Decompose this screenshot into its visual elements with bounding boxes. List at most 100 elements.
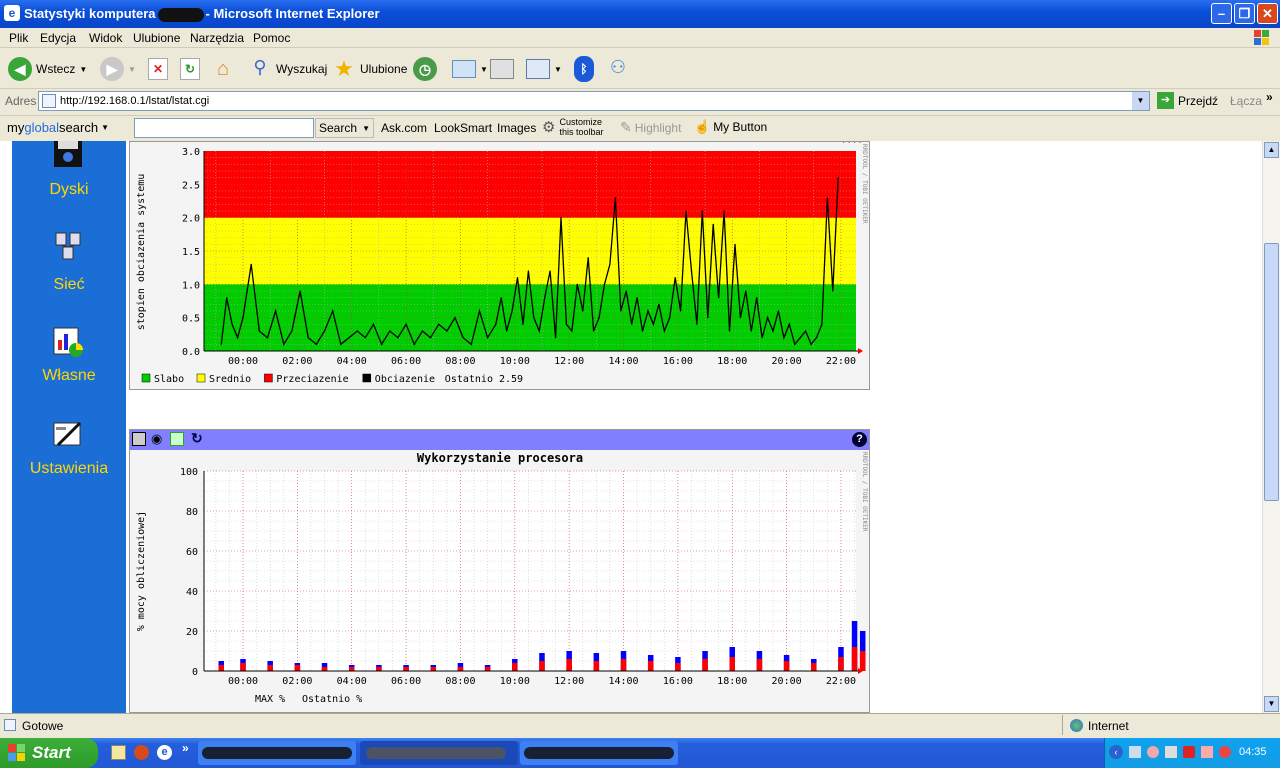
address-dropdown-icon[interactable]: ▼ — [1132, 92, 1149, 110]
looksmart-link[interactable]: LookSmart — [434, 121, 492, 135]
quicklaunch-firefox-icon[interactable] — [134, 745, 149, 760]
ask-link[interactable]: Ask.com — [381, 121, 427, 135]
close-button[interactable]: ✕ — [1257, 3, 1278, 24]
bar-ostatnio — [851, 647, 858, 671]
scroll-thumb[interactable] — [1264, 243, 1279, 501]
search-button[interactable]: ⚲ Wyszukaj — [248, 53, 327, 85]
data-point — [533, 317, 535, 319]
tray-antivirus-icon[interactable] — [1201, 746, 1213, 758]
graph-edit-icon[interactable] — [170, 432, 184, 446]
help-icon[interactable]: ? — [852, 432, 867, 447]
myglobalsearch-logo[interactable]: myglobalsearch ▼ — [7, 120, 109, 135]
print-button[interactable] — [490, 53, 514, 85]
data-point — [299, 290, 301, 292]
tray-alert-icon[interactable] — [1219, 746, 1231, 758]
toolbar-search-button[interactable]: Search ▼ — [315, 118, 374, 138]
nav-item-siec[interactable]: Sieć — [12, 276, 126, 294]
back-button[interactable]: ◀ Wstecz ▼ — [8, 53, 87, 85]
data-point — [478, 310, 481, 312]
bluetooth-icon: ᛒ — [574, 56, 594, 82]
nav-item-dyski[interactable]: Dyski — [12, 181, 126, 199]
data-point — [291, 330, 293, 332]
favorites-button[interactable]: ★ Ulubione — [332, 53, 407, 85]
images-link[interactable]: Images — [497, 121, 536, 135]
star-icon: ★ — [334, 56, 354, 81]
task-button-active[interactable] — [360, 741, 518, 765]
refresh-graph-icon[interactable]: ↻ — [191, 430, 203, 447]
data-point — [788, 323, 790, 325]
quicklaunch-more-icon[interactable]: » — [182, 741, 189, 755]
quicklaunch-ie-icon[interactable]: e — [157, 745, 172, 760]
back-dropdown-icon[interactable]: ▼ — [79, 65, 87, 74]
scroll-up-icon[interactable]: ▲ — [1264, 142, 1279, 158]
vertical-scrollbar[interactable]: ▲ ▼ — [1262, 141, 1280, 713]
data-point — [372, 323, 375, 325]
edit-dropdown-icon[interactable]: ▼ — [554, 65, 562, 74]
customize-button[interactable]: ⚙ Customize this toolbar — [542, 117, 603, 137]
bar-ostatnio — [647, 661, 654, 671]
tray-network-icon[interactable] — [1129, 746, 1141, 758]
data-point — [631, 323, 633, 325]
network-icon[interactable] — [52, 231, 84, 263]
cpu-chart-panel: ◉ ↻ ? 0 20 40 60 80 100 00:00 02:00 04:00 06:00 08… — [129, 429, 870, 713]
custom-chart-icon[interactable] — [52, 326, 84, 358]
data-point — [389, 330, 391, 332]
go-button[interactable]: ➔ Przejdź — [1157, 92, 1218, 109]
start-button[interactable]: Start — [0, 738, 98, 768]
brand-dropdown-icon[interactable]: ▼ — [101, 123, 109, 132]
toolbar-search-input[interactable] — [134, 118, 314, 138]
maximize-button[interactable]: ❐ — [1234, 3, 1255, 24]
search-icon: ⚲ — [253, 57, 267, 77]
mail-button[interactable]: ▼ — [452, 53, 488, 85]
links-label[interactable]: Łącza — [1230, 94, 1262, 108]
my-button[interactable]: ☝ My Button — [694, 119, 767, 135]
task-button-3[interactable] — [520, 741, 678, 765]
nav-item-wlasne[interactable]: Własne — [12, 367, 126, 385]
stop-button[interactable]: ✕ — [148, 53, 168, 85]
eye-icon[interactable]: ◉ — [151, 431, 162, 447]
scroll-down-icon[interactable]: ▼ — [1264, 696, 1279, 712]
menu-pomoc[interactable]: Pomoc — [253, 31, 290, 45]
data-point — [772, 330, 774, 332]
forward-button[interactable]: ▶ ▼ — [100, 53, 136, 85]
bar-ostatnio — [376, 667, 382, 671]
menu-ulubione[interactable]: Ulubione — [133, 31, 180, 45]
minimize-button[interactable]: – — [1211, 3, 1232, 24]
address-field[interactable]: http://192.168.0.1/lstat/lstat.cgi ▼ — [38, 91, 1150, 111]
menu-narzedzia[interactable]: Narzędzia — [190, 31, 244, 45]
tray-volume-icon[interactable] — [1165, 746, 1177, 758]
menu-edycja[interactable]: Edycja — [40, 31, 76, 45]
table-view-icon[interactable] — [132, 432, 146, 446]
bluetooth-button[interactable]: ᛒ — [574, 53, 594, 85]
highlight-button[interactable]: ✎ Highlight — [620, 119, 681, 136]
mail-dropdown-icon[interactable]: ▼ — [480, 65, 488, 74]
refresh-button[interactable]: ↻ — [180, 53, 200, 85]
data-point — [739, 317, 741, 319]
forward-dropdown-icon[interactable]: ▼ — [128, 65, 136, 74]
x-tick-label: 10:00 — [500, 676, 530, 687]
data-point — [340, 343, 342, 345]
clock[interactable]: 04:35 — [1239, 746, 1267, 758]
menu-widok[interactable]: Widok — [89, 31, 122, 45]
title-bar[interactable]: e Statystyki komputera - Microsoft Intern… — [0, 0, 1280, 28]
nav-item-ustawienia[interactable]: Ustawienia — [12, 460, 126, 478]
tray-app-icon[interactable] — [1147, 746, 1159, 758]
history-button[interactable]: ◷ — [413, 53, 437, 85]
disk-icon[interactable] — [52, 141, 84, 169]
quicklaunch-notepad-icon[interactable] — [111, 745, 126, 760]
search-dropdown-icon[interactable]: ▼ — [362, 124, 370, 133]
task-button-1[interactable] — [198, 741, 356, 765]
links-chevron-icon[interactable]: » — [1266, 90, 1273, 104]
tray-shield-icon[interactable] — [1183, 746, 1195, 758]
messenger-button[interactable]: ⚇ — [605, 53, 631, 85]
x-axis-arrow — [858, 348, 863, 354]
edit-button[interactable]: ▼ — [526, 53, 562, 85]
y-tick-label: 1.0 — [182, 280, 200, 291]
brand-global: global — [24, 120, 60, 135]
home-button[interactable]: ⌂ — [211, 53, 235, 85]
settings-icon[interactable] — [52, 419, 84, 451]
data-point — [636, 297, 638, 299]
menu-plik[interactable]: Plik — [9, 31, 28, 45]
data-point — [652, 323, 655, 325]
tray-expand-icon[interactable]: ‹ — [1109, 745, 1123, 759]
